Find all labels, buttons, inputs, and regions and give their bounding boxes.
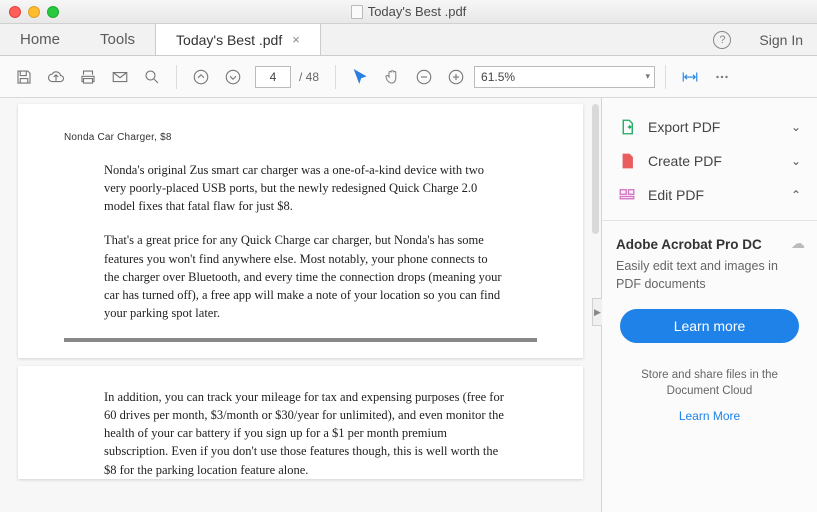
window-title-text: Today's Best .pdf — [368, 4, 467, 19]
more-tools-button[interactable] — [708, 63, 736, 91]
tab-tools-label: Tools — [100, 31, 135, 48]
hand-icon — [383, 68, 401, 86]
toolbar: / 48 — [0, 56, 817, 98]
zoom-select[interactable] — [474, 66, 655, 88]
edit-pdf-icon — [618, 186, 636, 204]
tab-home[interactable]: Home — [0, 24, 80, 55]
cloud-upload-icon — [47, 68, 65, 86]
collapse-sidebar-button[interactable]: ▶ — [592, 298, 602, 326]
cursor-icon — [351, 68, 369, 86]
email-button[interactable] — [106, 63, 134, 91]
print-icon — [79, 68, 97, 86]
paragraph: In addition, you can track your mileage … — [104, 388, 504, 479]
separator — [176, 65, 177, 89]
sign-in-label: Sign In — [759, 32, 803, 48]
pdf-doc-icon — [351, 5, 363, 19]
save-button[interactable] — [10, 63, 38, 91]
tab-bar: Home Tools Today's Best .pdf × ? Sign In — [0, 24, 817, 56]
chevron-down-icon: ⌄ — [791, 120, 801, 134]
tool-label: Edit PDF — [648, 187, 704, 203]
pdf-page: Nonda Car Charger, $8 Nonda's original Z… — [18, 104, 583, 358]
tool-label: Export PDF — [648, 119, 720, 135]
paragraph: Nonda's original Zus smart car charger w… — [104, 161, 504, 215]
tab-home-label: Home — [20, 31, 60, 48]
zoom-select-wrap — [474, 66, 655, 88]
document-pane[interactable]: Nonda Car Charger, $8 Nonda's original Z… — [0, 98, 601, 512]
learn-more-link[interactable]: Learn More — [602, 403, 817, 429]
zoom-out-icon — [415, 68, 433, 86]
traffic-lights — [9, 6, 59, 18]
scrollbar-thumb[interactable] — [592, 104, 599, 234]
fit-width-button[interactable] — [676, 63, 704, 91]
minimize-window-button[interactable] — [28, 6, 40, 18]
promo-title: Adobe Acrobat Pro DC — [616, 237, 803, 252]
help-icon: ? — [713, 31, 731, 49]
tool-export-pdf[interactable]: Export PDF ⌄ — [606, 110, 813, 144]
learn-more-link-label: Learn More — [679, 409, 740, 423]
divider — [64, 338, 537, 342]
main-area: Nonda Car Charger, $8 Nonda's original Z… — [0, 98, 817, 512]
arrow-up-circle-icon — [192, 68, 210, 86]
zoom-out-button[interactable] — [410, 63, 438, 91]
search-button[interactable] — [138, 63, 166, 91]
tool-create-pdf[interactable]: Create PDF ⌄ — [606, 144, 813, 178]
separator — [665, 65, 666, 89]
promo-description: Easily edit text and images in PDF docum… — [616, 258, 803, 293]
article-title: Nonda Car Charger, $8 — [64, 132, 537, 143]
paragraph: That's a great price for any Quick Charg… — [104, 231, 504, 322]
selection-tool-button[interactable] — [346, 63, 374, 91]
window-titlebar: Today's Best .pdf — [0, 0, 817, 24]
arrow-down-circle-icon — [224, 68, 242, 86]
next-page-button[interactable] — [219, 63, 247, 91]
prev-page-button[interactable] — [187, 63, 215, 91]
chevron-up-icon: ⌃ — [791, 188, 801, 202]
chevron-down-icon: ⌄ — [791, 154, 801, 168]
export-pdf-icon — [618, 118, 636, 136]
close-tab-icon[interactable]: × — [292, 32, 300, 47]
tab-document-label: Today's Best .pdf — [176, 32, 282, 48]
page-total-label: / 48 — [299, 70, 319, 84]
create-pdf-icon — [618, 152, 636, 170]
tools-sidebar: ▶ Export PDF ⌄ Create PDF ⌄ Edit PDF ⌃ ☁… — [601, 98, 817, 512]
search-icon — [143, 68, 161, 86]
zoom-in-button[interactable] — [442, 63, 470, 91]
pdf-page: In addition, you can track your mileage … — [18, 366, 583, 479]
learn-more-label: Learn more — [674, 318, 746, 334]
zoom-in-icon — [447, 68, 465, 86]
cloud-sync-icon: ☁ — [791, 235, 805, 252]
print-button[interactable] — [74, 63, 102, 91]
email-icon — [111, 68, 129, 86]
sign-in-button[interactable]: Sign In — [745, 24, 817, 55]
tab-document[interactable]: Today's Best .pdf × — [155, 24, 321, 55]
tab-tools[interactable]: Tools — [80, 24, 155, 55]
cloud-upload-button[interactable] — [42, 63, 70, 91]
save-icon — [15, 68, 33, 86]
fullscreen-window-button[interactable] — [47, 6, 59, 18]
help-button[interactable]: ? — [699, 24, 745, 55]
hand-tool-button[interactable] — [378, 63, 406, 91]
close-window-button[interactable] — [9, 6, 21, 18]
tool-edit-pdf[interactable]: Edit PDF ⌃ — [606, 178, 813, 212]
promo-panel: ☁ Adobe Acrobat Pro DC Easily edit text … — [602, 221, 817, 353]
fit-width-icon — [681, 68, 699, 86]
ellipsis-icon — [713, 68, 731, 86]
tool-label: Create PDF — [648, 153, 722, 169]
tools-list: Export PDF ⌄ Create PDF ⌄ Edit PDF ⌃ — [602, 98, 817, 221]
page-number-input[interactable] — [255, 66, 291, 88]
learn-more-button[interactable]: Learn more — [620, 309, 799, 343]
cloud-footer-text: Store and share files in the Document Cl… — [602, 353, 817, 403]
window-title: Today's Best .pdf — [0, 4, 817, 19]
separator — [335, 65, 336, 89]
